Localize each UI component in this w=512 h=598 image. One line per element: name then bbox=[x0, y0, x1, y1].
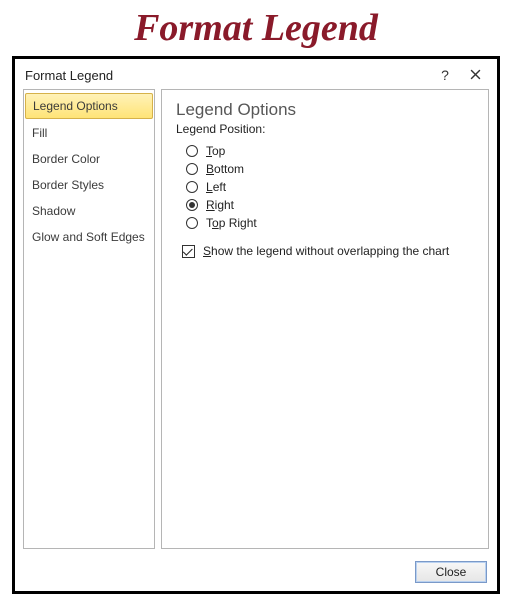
legend-position-label: Legend Position: bbox=[176, 122, 474, 136]
checkbox-icon bbox=[182, 245, 195, 258]
legend-position-radios: Top Bottom Left Right Top Right bbox=[176, 142, 474, 232]
close-button[interactable]: Close bbox=[415, 561, 487, 583]
content-panel: Legend Options Legend Position: Top Botto… bbox=[161, 89, 489, 549]
radio-left[interactable]: Left bbox=[186, 178, 474, 196]
radio-label: Bottom bbox=[206, 162, 244, 176]
page-heading: Format Legend bbox=[0, 0, 512, 54]
radio-label: Left bbox=[206, 180, 226, 194]
sidebar-item-fill[interactable]: Fill bbox=[24, 120, 154, 146]
radio-icon bbox=[186, 145, 198, 157]
sidebar-item-shadow[interactable]: Shadow bbox=[24, 198, 154, 224]
sidebar-item-legend-options[interactable]: Legend Options bbox=[25, 93, 153, 119]
sidebar-item-border-color[interactable]: Border Color bbox=[24, 146, 154, 172]
radio-label: Top Right bbox=[206, 216, 257, 230]
radio-icon bbox=[186, 217, 198, 229]
dialog-body: Legend OptionsFillBorder ColorBorder Sty… bbox=[15, 89, 497, 555]
content-heading: Legend Options bbox=[176, 100, 474, 120]
dialog-footer: Close bbox=[15, 555, 497, 591]
overlap-checkbox-row[interactable]: Show the legend without overlapping the … bbox=[176, 242, 474, 260]
overlap-checkbox-label: Show the legend without overlapping the … bbox=[203, 244, 449, 258]
sidebar: Legend OptionsFillBorder ColorBorder Sty… bbox=[23, 89, 155, 549]
radio-icon bbox=[186, 163, 198, 175]
titlebar-close-button[interactable] bbox=[463, 65, 487, 85]
radio-right[interactable]: Right bbox=[186, 196, 474, 214]
radio-label: Right bbox=[206, 198, 234, 212]
sidebar-item-border-styles[interactable]: Border Styles bbox=[24, 172, 154, 198]
radio-bottom[interactable]: Bottom bbox=[186, 160, 474, 178]
radio-top[interactable]: Top bbox=[186, 142, 474, 160]
radio-icon bbox=[186, 199, 198, 211]
dialog-window: Format Legend ? Legend OptionsFillBorder… bbox=[12, 56, 500, 594]
dialog-title: Format Legend bbox=[25, 68, 427, 83]
radio-label: Top bbox=[206, 144, 225, 158]
sidebar-item-glow-and-soft-edges[interactable]: Glow and Soft Edges bbox=[24, 224, 154, 250]
radio-topright[interactable]: Top Right bbox=[186, 214, 474, 232]
titlebar: Format Legend ? bbox=[15, 59, 497, 89]
help-button[interactable]: ? bbox=[433, 65, 457, 85]
radio-icon bbox=[186, 181, 198, 193]
close-icon bbox=[470, 67, 481, 83]
